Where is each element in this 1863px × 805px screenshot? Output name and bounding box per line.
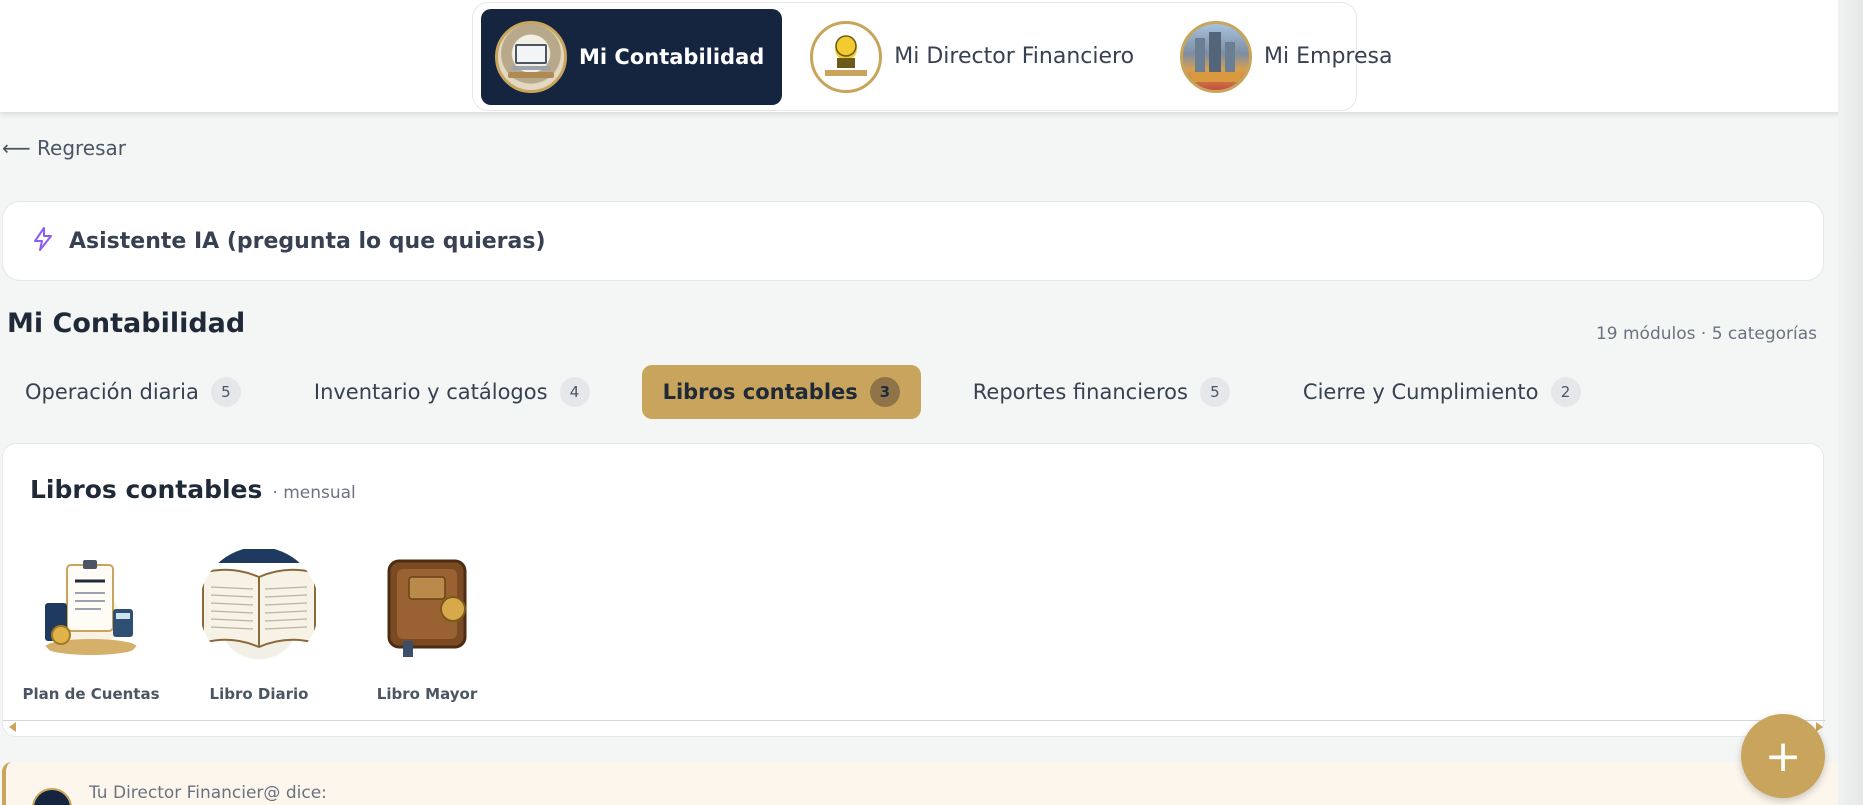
ai-assistant-button[interactable]: Asistente IA (pregunta lo que quieras) — [2, 201, 1824, 281]
tab-libros-contables[interactable]: Libros contables 3 — [641, 365, 921, 419]
app-tab-label: Mi Director Financiero — [894, 44, 1135, 69]
module-label: Plan de Cuentas — [22, 685, 160, 703]
app-tab-mi-empresa[interactable]: Mi Empresa — [1166, 9, 1410, 105]
tab-label: Reportes financieros — [972, 380, 1188, 404]
modules-scrollbar[interactable] — [3, 720, 1825, 734]
tab-operacion-diaria[interactable]: Operación diaria 5 — [4, 365, 262, 419]
mi-empresa-avatar-icon — [1180, 20, 1253, 93]
mi-contabilidad-avatar-icon — [495, 20, 567, 93]
director-note: Tu Director Financier@ dice: — [2, 762, 1838, 805]
app-tab-mi-director-financiero[interactable]: Mi Director Financiero — [796, 9, 1152, 105]
tab-inventario-y-catalogos[interactable]: Inventario y catálogos 4 — [293, 365, 611, 419]
director-note-text: Tu Director Financier@ dice: — [89, 783, 327, 803]
module-label: Libro Diario — [209, 685, 309, 703]
tab-count-badge: 4 — [559, 377, 590, 407]
bolt-icon — [31, 226, 55, 256]
top-header: Mi Contabilidad Mi Director Financiero M… — [0, 0, 1863, 112]
tab-count-badge: 2 — [1550, 377, 1581, 407]
app-tab-mi-contabilidad[interactable]: Mi Contabilidad — [481, 8, 783, 105]
add-fab-button[interactable]: + — [1741, 714, 1825, 798]
plan-de-cuentas-icon — [31, 547, 151, 667]
section-subtitle: · mensual — [272, 483, 356, 503]
app-tab-label: Mi Contabilidad — [579, 44, 765, 69]
tab-cierre-y-cumplimiento[interactable]: Cierre y Cumplimiento 2 — [1282, 365, 1602, 419]
tab-count-badge: 5 — [210, 377, 241, 407]
module-plan-de-cuentas[interactable]: Plan de Cuentas — [22, 547, 160, 703]
libro-mayor-icon — [367, 547, 487, 667]
back-link[interactable]: ⟵ Regresar — [2, 136, 126, 160]
module-libro-mayor[interactable]: Libro Mayor — [367, 547, 487, 703]
libro-diario-icon — [199, 547, 319, 667]
tab-reportes-financieros[interactable]: Reportes financieros 5 — [952, 365, 1251, 419]
section-title-text: Libros contables — [30, 475, 263, 504]
category-tabs: Operación diaria 5 Inventario y catálogo… — [4, 365, 1633, 419]
modules-count: 19 módulos · 5 categorías — [1595, 324, 1817, 344]
mi-director-financiero-avatar-icon — [810, 20, 883, 93]
app-switcher: Mi Contabilidad Mi Director Financiero M… — [472, 2, 1392, 111]
section-title: Libros contables · mensual — [30, 475, 356, 504]
tab-count-badge: 5 — [1199, 377, 1230, 407]
page-title: Mi Contabilidad — [7, 308, 246, 339]
tab-count-badge: 3 — [869, 377, 900, 407]
tab-label: Operación diaria — [25, 380, 199, 404]
module-libro-diario[interactable]: Libro Diario — [199, 547, 319, 703]
app-tab-label: Mi Empresa — [1264, 44, 1393, 69]
modules-card: Libros contables · mensual Plan de Cuent… — [2, 443, 1825, 737]
tab-label: Inventario y catálogos — [313, 380, 548, 404]
director-avatar-icon — [32, 788, 72, 805]
tab-label: Libros contables — [662, 380, 858, 404]
ai-assistant-label: Asistente IA (pregunta lo que quieras) — [69, 228, 546, 254]
modules-list: Plan de Cuentas Libro Diario Libro Mayor — [22, 547, 487, 703]
page-scrollbar[interactable] — [1838, 0, 1863, 805]
tab-label: Cierre y Cumplimiento — [1302, 380, 1539, 404]
scroll-left-arrow-icon[interactable] — [9, 722, 16, 732]
module-label: Libro Mayor — [376, 685, 478, 703]
